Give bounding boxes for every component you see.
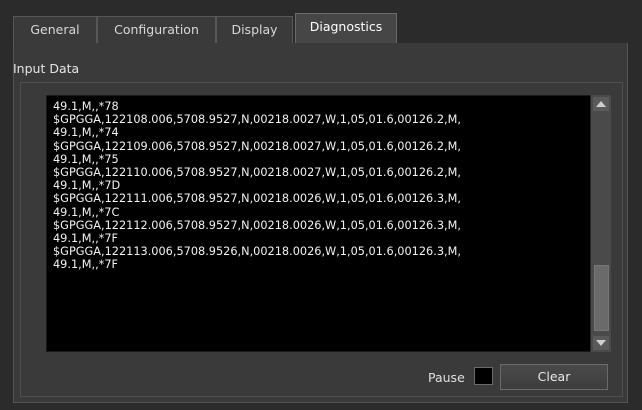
log-line: 49.1,M,,*7D: [53, 179, 121, 193]
scroll-thumb[interactable]: [594, 265, 609, 331]
scroll-up-button[interactable]: [593, 97, 609, 111]
log-line: 49.1,M,,*7C: [53, 205, 120, 219]
tab-display[interactable]: Display: [216, 16, 293, 44]
scroll-down-button[interactable]: [593, 336, 609, 350]
input-data-title: Input Data: [13, 61, 80, 76]
dialog-window: General Configuration Display Diagnostic…: [0, 0, 642, 410]
triangle-up-icon: [596, 101, 606, 107]
input-data-text: 49.1,M,,*78 $GPGGA,122108.006,5708.9527,N…: [53, 100, 591, 272]
triangle-down-icon: [596, 340, 606, 346]
vertical-scrollbar[interactable]: [590, 95, 611, 352]
log-line: $GPGGA,122111.006,5708.9527,N,00218.0026…: [53, 192, 461, 206]
log-line: 49.1,M,,*7F: [53, 232, 119, 246]
pause-label: Pause: [428, 370, 465, 385]
log-line: 49.1,M,,*75: [53, 152, 119, 166]
log-line: $GPGGA,122109.006,5708.9527,N,00218.0027…: [53, 139, 461, 153]
log-line: 49.1,M,,*78: [53, 100, 119, 113]
pause-checkbox[interactable]: [474, 367, 493, 385]
tab-general[interactable]: General: [13, 16, 97, 44]
log-line: $GPGGA,122110.006,5708.9527,N,00218.0027…: [53, 166, 461, 180]
log-line: 49.1,M,,*7F: [53, 258, 119, 272]
tab-bar: General Configuration Display Diagnostic…: [13, 13, 628, 45]
clear-button[interactable]: Clear: [500, 364, 608, 390]
input-data-textarea[interactable]: 49.1,M,,*78 $GPGGA,122108.006,5708.9527,N…: [46, 95, 611, 352]
log-line: $GPGGA,122108.006,5708.9527,N,00218.0027…: [53, 113, 461, 127]
tab-configuration[interactable]: Configuration: [97, 16, 216, 44]
log-line: $GPGGA,122113.006,5708.9526,N,00218.0026…: [53, 245, 461, 259]
log-line: $GPGGA,122112.006,5708.9527,N,00218.0026…: [53, 218, 461, 232]
tab-diagnostics[interactable]: Diagnostics: [295, 13, 397, 45]
log-line: 49.1,M,,*74: [53, 126, 119, 140]
